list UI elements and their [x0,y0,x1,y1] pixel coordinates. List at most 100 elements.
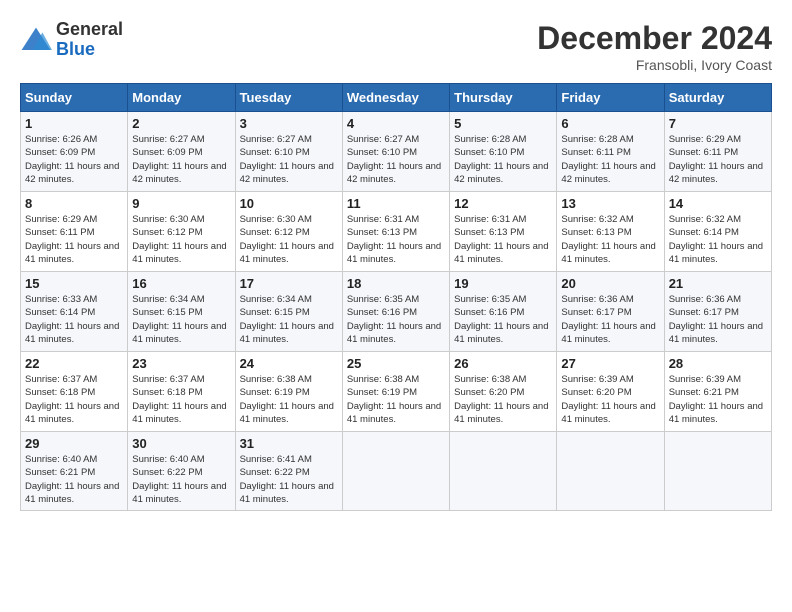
day-info: Sunrise: 6:38 AM Sunset: 6:19 PM Dayligh… [347,373,445,426]
calendar-cell: 8 Sunrise: 6:29 AM Sunset: 6:11 PM Dayli… [21,192,128,272]
day-info: Sunrise: 6:37 AM Sunset: 6:18 PM Dayligh… [25,373,123,426]
calendar-cell: 1 Sunrise: 6:26 AM Sunset: 6:09 PM Dayli… [21,112,128,192]
calendar-week-row: 8 Sunrise: 6:29 AM Sunset: 6:11 PM Dayli… [21,192,772,272]
calendar-cell: 28 Sunrise: 6:39 AM Sunset: 6:21 PM Dayl… [664,352,771,432]
calendar-cell: 10 Sunrise: 6:30 AM Sunset: 6:12 PM Dayl… [235,192,342,272]
calendar-cell: 17 Sunrise: 6:34 AM Sunset: 6:15 PM Dayl… [235,272,342,352]
weekday-header: Sunday [21,84,128,112]
weekday-header: Thursday [450,84,557,112]
day-info: Sunrise: 6:38 AM Sunset: 6:20 PM Dayligh… [454,373,552,426]
day-info: Sunrise: 6:37 AM Sunset: 6:18 PM Dayligh… [132,373,230,426]
calendar-cell: 21 Sunrise: 6:36 AM Sunset: 6:17 PM Dayl… [664,272,771,352]
day-info: Sunrise: 6:30 AM Sunset: 6:12 PM Dayligh… [240,213,338,266]
day-number: 30 [132,436,230,451]
calendar-week-row: 29 Sunrise: 6:40 AM Sunset: 6:21 PM Dayl… [21,432,772,511]
calendar-cell: 27 Sunrise: 6:39 AM Sunset: 6:20 PM Dayl… [557,352,664,432]
day-info: Sunrise: 6:34 AM Sunset: 6:15 PM Dayligh… [132,293,230,346]
day-number: 27 [561,356,659,371]
calendar-cell [450,432,557,511]
calendar-cell: 6 Sunrise: 6:28 AM Sunset: 6:11 PM Dayli… [557,112,664,192]
day-info: Sunrise: 6:34 AM Sunset: 6:15 PM Dayligh… [240,293,338,346]
day-number: 7 [669,116,767,131]
weekday-header: Monday [128,84,235,112]
calendar-cell: 4 Sunrise: 6:27 AM Sunset: 6:10 PM Dayli… [342,112,449,192]
day-info: Sunrise: 6:35 AM Sunset: 6:16 PM Dayligh… [347,293,445,346]
day-number: 31 [240,436,338,451]
day-info: Sunrise: 6:39 AM Sunset: 6:21 PM Dayligh… [669,373,767,426]
day-number: 16 [132,276,230,291]
day-number: 22 [25,356,123,371]
day-info: Sunrise: 6:28 AM Sunset: 6:10 PM Dayligh… [454,133,552,186]
day-number: 8 [25,196,123,211]
calendar-cell: 22 Sunrise: 6:37 AM Sunset: 6:18 PM Dayl… [21,352,128,432]
calendar-cell: 20 Sunrise: 6:36 AM Sunset: 6:17 PM Dayl… [557,272,664,352]
day-info: Sunrise: 6:40 AM Sunset: 6:21 PM Dayligh… [25,453,123,506]
day-info: Sunrise: 6:33 AM Sunset: 6:14 PM Dayligh… [25,293,123,346]
calendar-week-row: 22 Sunrise: 6:37 AM Sunset: 6:18 PM Dayl… [21,352,772,432]
calendar-cell: 7 Sunrise: 6:29 AM Sunset: 6:11 PM Dayli… [664,112,771,192]
day-number: 1 [25,116,123,131]
calendar-cell: 14 Sunrise: 6:32 AM Sunset: 6:14 PM Dayl… [664,192,771,272]
day-number: 3 [240,116,338,131]
day-number: 5 [454,116,552,131]
weekday-header-row: SundayMondayTuesdayWednesdayThursdayFrid… [21,84,772,112]
title-section: December 2024 Fransobli, Ivory Coast [537,20,772,73]
day-number: 14 [669,196,767,211]
day-info: Sunrise: 6:36 AM Sunset: 6:17 PM Dayligh… [561,293,659,346]
calendar-cell: 2 Sunrise: 6:27 AM Sunset: 6:09 PM Dayli… [128,112,235,192]
day-info: Sunrise: 6:26 AM Sunset: 6:09 PM Dayligh… [25,133,123,186]
day-number: 28 [669,356,767,371]
day-info: Sunrise: 6:27 AM Sunset: 6:10 PM Dayligh… [347,133,445,186]
calendar-table: SundayMondayTuesdayWednesdayThursdayFrid… [20,83,772,511]
day-info: Sunrise: 6:36 AM Sunset: 6:17 PM Dayligh… [669,293,767,346]
calendar-cell: 12 Sunrise: 6:31 AM Sunset: 6:13 PM Dayl… [450,192,557,272]
day-number: 26 [454,356,552,371]
day-number: 2 [132,116,230,131]
day-number: 18 [347,276,445,291]
weekday-header: Tuesday [235,84,342,112]
day-number: 24 [240,356,338,371]
calendar-cell: 25 Sunrise: 6:38 AM Sunset: 6:19 PM Dayl… [342,352,449,432]
calendar-cell: 15 Sunrise: 6:33 AM Sunset: 6:14 PM Dayl… [21,272,128,352]
weekday-header: Friday [557,84,664,112]
day-number: 11 [347,196,445,211]
day-number: 29 [25,436,123,451]
location: Fransobli, Ivory Coast [537,57,772,73]
day-number: 10 [240,196,338,211]
day-number: 13 [561,196,659,211]
logo: General Blue [20,20,123,60]
day-info: Sunrise: 6:27 AM Sunset: 6:09 PM Dayligh… [132,133,230,186]
calendar-cell: 23 Sunrise: 6:37 AM Sunset: 6:18 PM Dayl… [128,352,235,432]
weekday-header: Saturday [664,84,771,112]
calendar-cell [557,432,664,511]
day-number: 9 [132,196,230,211]
calendar-cell: 26 Sunrise: 6:38 AM Sunset: 6:20 PM Dayl… [450,352,557,432]
calendar-cell: 5 Sunrise: 6:28 AM Sunset: 6:10 PM Dayli… [450,112,557,192]
day-number: 23 [132,356,230,371]
calendar-cell: 11 Sunrise: 6:31 AM Sunset: 6:13 PM Dayl… [342,192,449,272]
calendar-cell: 9 Sunrise: 6:30 AM Sunset: 6:12 PM Dayli… [128,192,235,272]
calendar-week-row: 1 Sunrise: 6:26 AM Sunset: 6:09 PM Dayli… [21,112,772,192]
page-header: General Blue December 2024 Fransobli, Iv… [20,20,772,73]
day-number: 4 [347,116,445,131]
day-info: Sunrise: 6:35 AM Sunset: 6:16 PM Dayligh… [454,293,552,346]
logo-text: General Blue [56,20,123,60]
calendar-cell: 29 Sunrise: 6:40 AM Sunset: 6:21 PM Dayl… [21,432,128,511]
day-info: Sunrise: 6:29 AM Sunset: 6:11 PM Dayligh… [25,213,123,266]
calendar-cell: 30 Sunrise: 6:40 AM Sunset: 6:22 PM Dayl… [128,432,235,511]
day-info: Sunrise: 6:40 AM Sunset: 6:22 PM Dayligh… [132,453,230,506]
day-info: Sunrise: 6:32 AM Sunset: 6:13 PM Dayligh… [561,213,659,266]
day-info: Sunrise: 6:41 AM Sunset: 6:22 PM Dayligh… [240,453,338,506]
calendar-cell: 3 Sunrise: 6:27 AM Sunset: 6:10 PM Dayli… [235,112,342,192]
logo-icon [20,26,52,54]
day-info: Sunrise: 6:31 AM Sunset: 6:13 PM Dayligh… [454,213,552,266]
day-info: Sunrise: 6:31 AM Sunset: 6:13 PM Dayligh… [347,213,445,266]
day-number: 15 [25,276,123,291]
calendar-week-row: 15 Sunrise: 6:33 AM Sunset: 6:14 PM Dayl… [21,272,772,352]
day-number: 21 [669,276,767,291]
calendar-cell: 18 Sunrise: 6:35 AM Sunset: 6:16 PM Dayl… [342,272,449,352]
day-info: Sunrise: 6:32 AM Sunset: 6:14 PM Dayligh… [669,213,767,266]
day-number: 12 [454,196,552,211]
day-number: 25 [347,356,445,371]
month-title: December 2024 [537,20,772,57]
